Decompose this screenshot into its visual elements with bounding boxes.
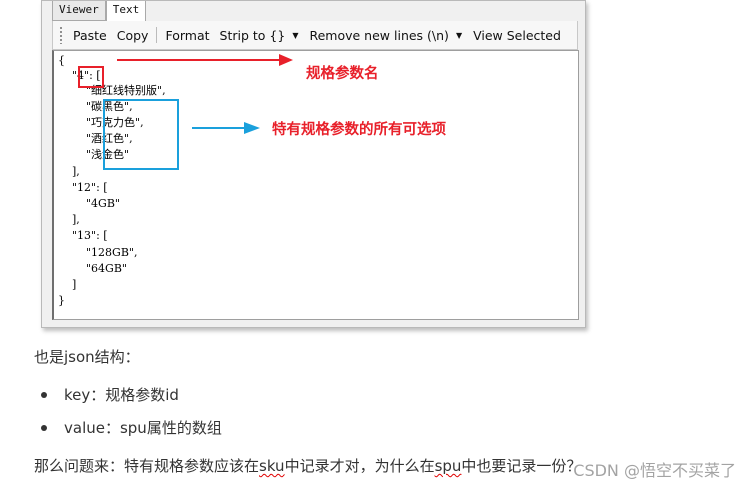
json-line: }: [58, 294, 65, 307]
json-line: "128GB",: [58, 246, 138, 259]
chevron-down-icon[interactable]: ▼: [292, 31, 298, 40]
json-line: "64GB": [58, 262, 127, 275]
tab-viewer[interactable]: Viewer: [52, 1, 106, 21]
format-button[interactable]: Format: [160, 28, 214, 43]
chevron-down-icon[interactable]: ▼: [456, 31, 462, 40]
arrow-right-icon: [192, 122, 260, 134]
json-line: "12": [: [58, 181, 108, 194]
json-line: {: [58, 54, 65, 67]
article-question: 那么问题来：特有规格参数应该在sku中记录才对，为什么在spu中也要记录一份？: [34, 455, 581, 476]
strip-button[interactable]: Strip to {}: [215, 28, 291, 43]
question-sku: sku: [259, 457, 285, 475]
toolbar: Paste Copy Format Strip to {} ▼ Remove n…: [52, 21, 578, 50]
watermark: CSDN @悟空不买菜了: [573, 461, 736, 480]
json-line: ],: [58, 165, 80, 178]
key-annotation: 规格参数名: [306, 66, 379, 82]
bullet-dot: [41, 392, 47, 398]
article-intro: 也是json结构：: [34, 348, 140, 366]
options-highlight-box: [103, 99, 179, 170]
options-annotation: 特有规格参数的所有可选项: [272, 122, 446, 138]
json-line: "细红线特别版",: [58, 84, 166, 97]
arrow-right-icon: [117, 54, 293, 66]
json-line: ]: [58, 278, 77, 291]
tab-text[interactable]: Text: [105, 1, 147, 22]
list-item: key：规格参数id: [64, 386, 179, 404]
json-viewer-screenshot: Viewer Text Paste Copy Format Strip to {…: [41, 0, 586, 328]
json-line: "13": [: [58, 229, 108, 242]
copy-button[interactable]: Copy: [112, 28, 154, 43]
viewer-tabs: Viewer Text: [52, 1, 147, 22]
json-line: "4GB": [58, 197, 120, 210]
question-prefix: 那么问题来：特有规格参数应该在: [34, 457, 260, 475]
list-item: value：spu属性的数组: [64, 419, 222, 437]
bullet-dot: [41, 425, 47, 431]
question-mid: 中记录才对，为什么在: [284, 457, 435, 475]
json-line: ],: [58, 213, 80, 226]
remove-newlines-button[interactable]: Remove new lines (\n): [304, 28, 453, 43]
question-suffix: 中也要记录一份？: [461, 457, 582, 475]
view-selected-button[interactable]: View Selected: [468, 28, 566, 43]
json-text-editor[interactable]: { "4": [ "细红线特别版", "碳黑色", "巧克力色", "酒红色",…: [52, 50, 579, 320]
key-highlight-box: [78, 66, 104, 88]
paste-button[interactable]: Paste: [68, 28, 112, 43]
toolbar-grip-icon: [59, 26, 63, 44]
toolbar-separator: [156, 27, 158, 43]
question-spu: spu: [434, 457, 462, 475]
